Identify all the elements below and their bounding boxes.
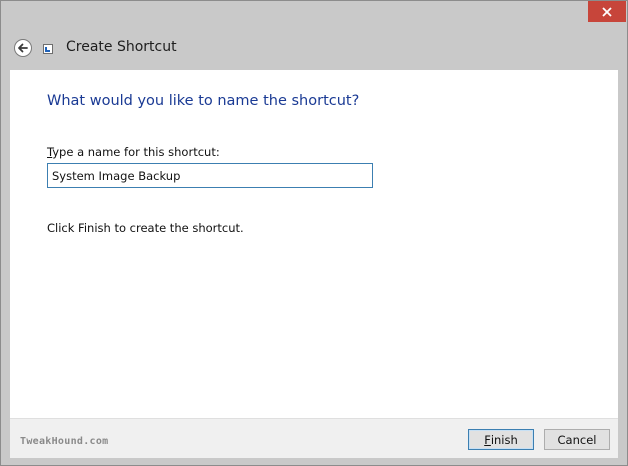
wizard-header: Create Shortcut [1, 25, 627, 70]
back-button[interactable] [14, 39, 32, 57]
cancel-button[interactable]: Cancel [544, 429, 610, 450]
back-arrow-icon [18, 43, 28, 53]
shortcut-name-input[interactable] [47, 163, 373, 188]
shortcut-icon [43, 44, 53, 54]
create-shortcut-window: Create Shortcut What would you like to n… [0, 0, 628, 466]
wizard-content: What would you like to name the shortcut… [10, 70, 618, 418]
close-button[interactable] [588, 1, 626, 22]
page-heading: What would you like to name the shortcut… [47, 93, 360, 109]
name-field-label: Type a name for this shortcut: [47, 145, 220, 159]
finish-button-label: inish [490, 432, 518, 447]
finish-button[interactable]: Finish [468, 429, 534, 450]
watermark: TweakHound.com [20, 436, 109, 447]
close-icon [602, 6, 612, 17]
window-title: Create Shortcut [66, 39, 177, 55]
finish-hint: Click Finish to create the shortcut. [47, 221, 244, 235]
wizard-footer: TweakHound.com Finish Cancel [10, 418, 618, 458]
finish-button-accelerator: F [484, 432, 491, 447]
name-field-label-text: ype a name for this shortcut: [52, 145, 220, 159]
